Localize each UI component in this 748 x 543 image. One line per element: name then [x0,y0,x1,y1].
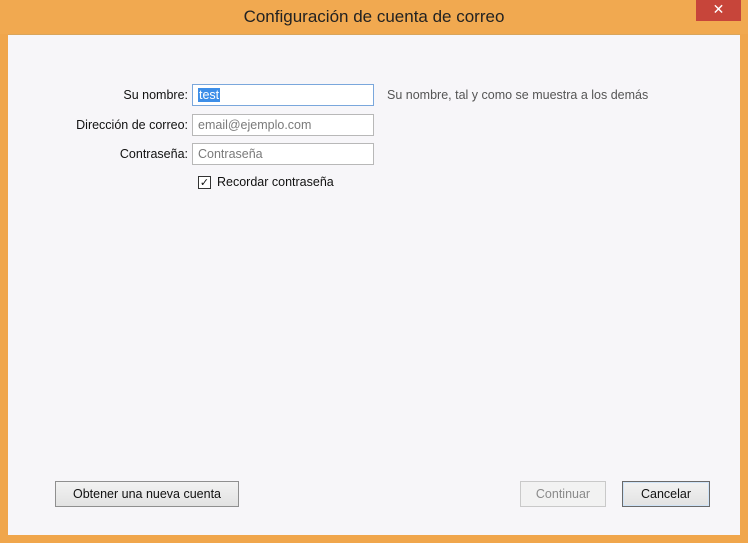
remember-password-checkbox[interactable]: ✓ [198,176,211,189]
cancel-button[interactable]: Cancelar [622,481,710,507]
continue-button[interactable]: Continuar [520,481,606,507]
remember-password-label[interactable]: Recordar contraseña [217,175,334,189]
email-row: Dirección de correo: email@ejemplo.com [8,114,740,136]
account-setup-window: Configuración de cuenta de correo ✕ Su n… [0,0,748,543]
password-field[interactable]: Contraseña [192,143,374,165]
name-field-value: test [198,88,221,102]
dialog-body: Su nombre: test Su nombre, tal y como se… [8,34,740,535]
name-label: Su nombre: [123,88,188,102]
name-row: Su nombre: test Su nombre, tal y como se… [8,84,740,106]
name-field[interactable]: test [192,84,374,106]
name-hint: Su nombre, tal y como se muestra a los d… [387,88,649,102]
email-field[interactable]: email@ejemplo.com [192,114,374,136]
get-new-account-button[interactable]: Obtener una nueva cuenta [55,481,239,507]
window-title: Configuración de cuenta de correo [243,7,505,26]
email-label: Dirección de correo: [76,118,188,132]
password-row: Contraseña: Contraseña [8,143,740,165]
password-label: Contraseña: [119,147,188,161]
close-icon[interactable]: ✕ [696,0,741,21]
title-bar[interactable]: Configuración de cuenta de correo ✕ [0,0,748,34]
